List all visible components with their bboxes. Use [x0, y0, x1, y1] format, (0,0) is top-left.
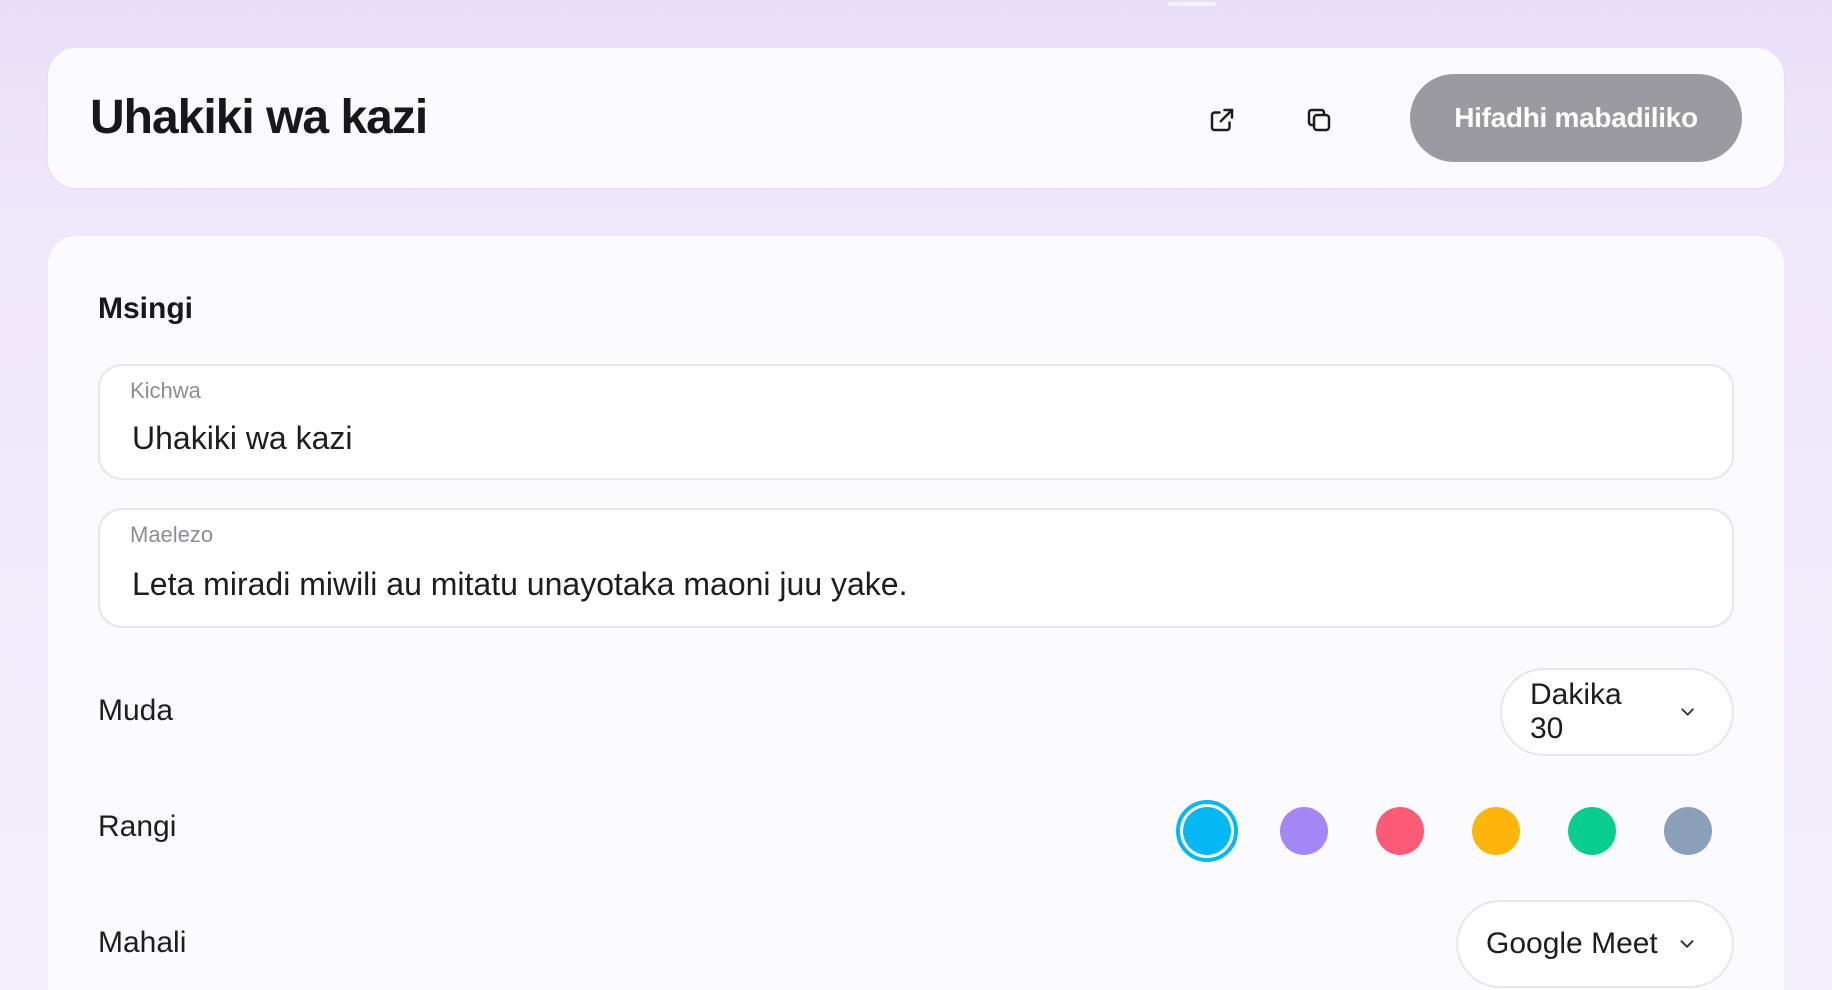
save-changes-button[interactable]: Hifadhi mabadiliko — [1410, 74, 1742, 162]
duration-label: Muda — [98, 694, 174, 727]
title-field[interactable]: Kichwa — [98, 364, 1734, 480]
color-swatch-cyan[interactable] — [1176, 800, 1238, 862]
section-title: Msingi — [98, 292, 193, 325]
chevron-down-icon — [1680, 940, 1694, 948]
color-swatch-gray[interactable] — [1664, 807, 1712, 855]
color-swatch-purple[interactable] — [1280, 807, 1328, 855]
description-input[interactable] — [132, 566, 1692, 603]
color-swatch-green[interactable] — [1568, 807, 1616, 855]
page-title: Uhakiki wa kazi — [90, 91, 428, 144]
page-header: Uhakiki wa kazi Hifadhi mabadiliko — [48, 48, 1784, 188]
title-field-label: Kichwa — [130, 378, 201, 403]
duration-select[interactable]: Dakika 30 — [1500, 668, 1734, 756]
window-drag-handle — [1168, 2, 1216, 6]
color-swatch-fill — [1183, 807, 1231, 855]
copy-button[interactable] — [1295, 96, 1343, 144]
color-label: Rangi — [98, 810, 177, 843]
basics-card: Msingi Kichwa Maelezo Muda Dakika 30 Ran… — [48, 236, 1784, 990]
chevron-down-icon — [1681, 708, 1694, 716]
description-field-label: Maelezo — [130, 522, 214, 547]
duration-value: Dakika 30 — [1530, 678, 1622, 745]
color-swatch-yellow[interactable] — [1472, 807, 1520, 855]
location-select[interactable]: Google Meet — [1456, 900, 1734, 988]
location-label: Mahali — [98, 926, 187, 959]
location-value: Google Meet — [1486, 927, 1658, 960]
description-field[interactable]: Maelezo — [98, 508, 1734, 628]
color-swatches — [1176, 796, 1736, 866]
open-link-button[interactable] — [1198, 96, 1246, 144]
external-link-icon — [1210, 108, 1234, 132]
copy-icon — [1307, 108, 1331, 132]
title-input[interactable] — [132, 420, 1692, 457]
color-swatch-red[interactable] — [1376, 807, 1424, 855]
